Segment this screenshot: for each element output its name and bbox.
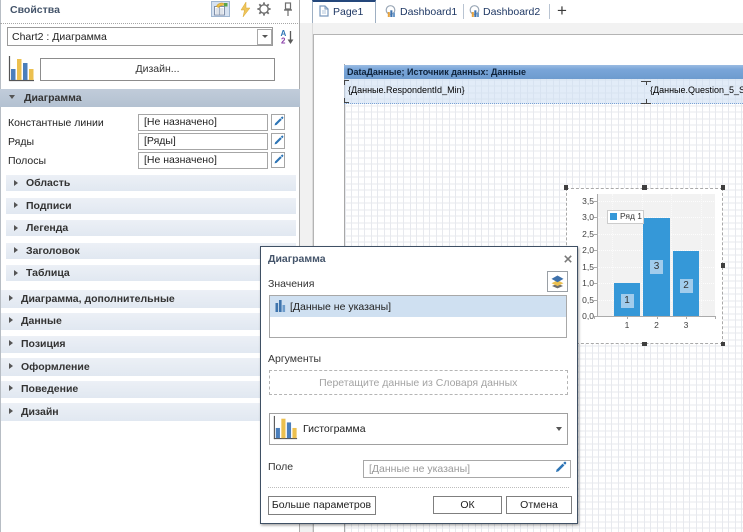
svg-text:2: 2 [281,37,286,46]
